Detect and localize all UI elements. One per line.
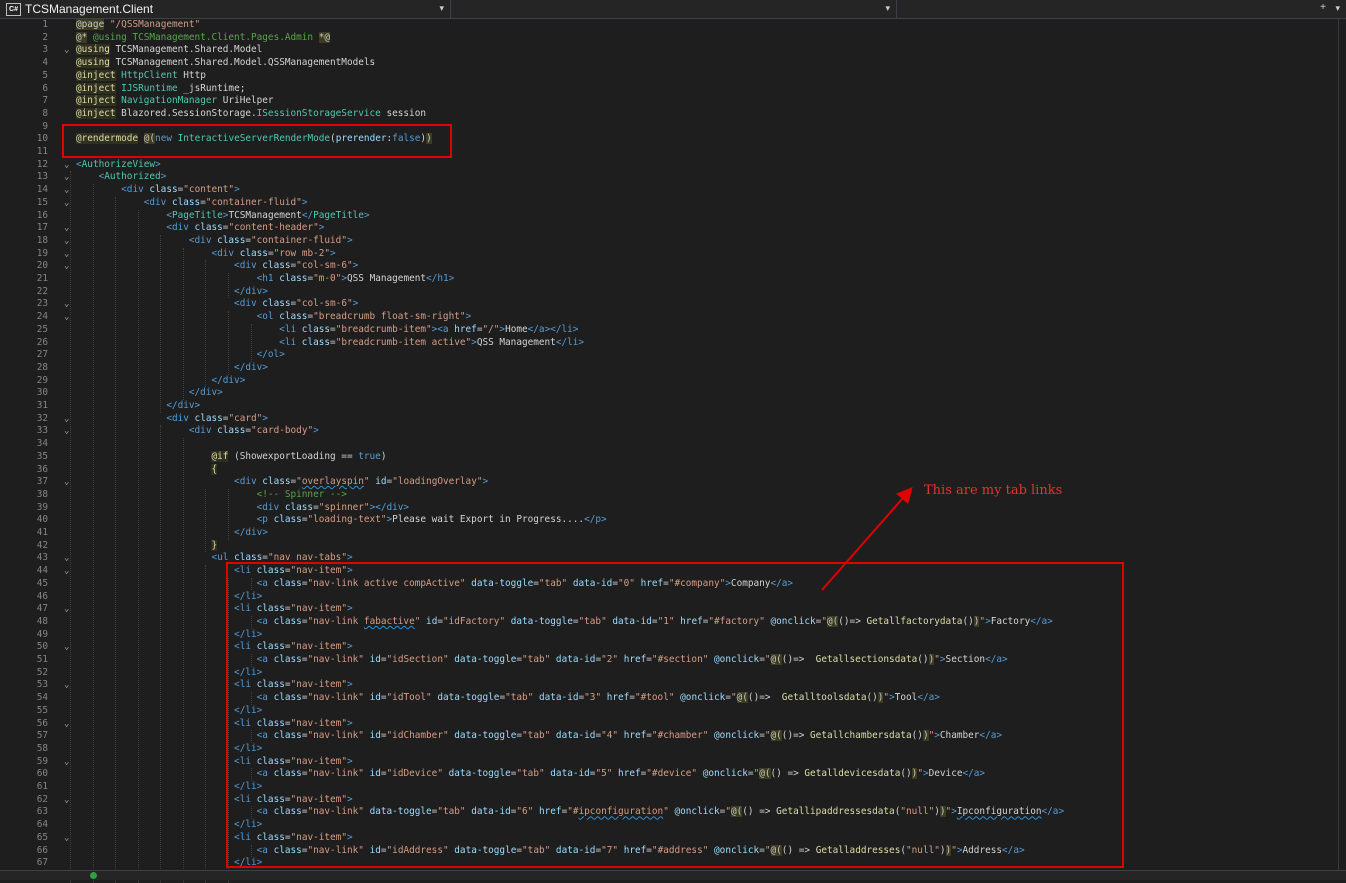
no-issues-icon[interactable] bbox=[90, 872, 97, 879]
annotation-arrow bbox=[821, 486, 913, 591]
annotation-arrow-line bbox=[821, 486, 913, 591]
annotation-text: This are my tab links bbox=[924, 483, 1063, 498]
